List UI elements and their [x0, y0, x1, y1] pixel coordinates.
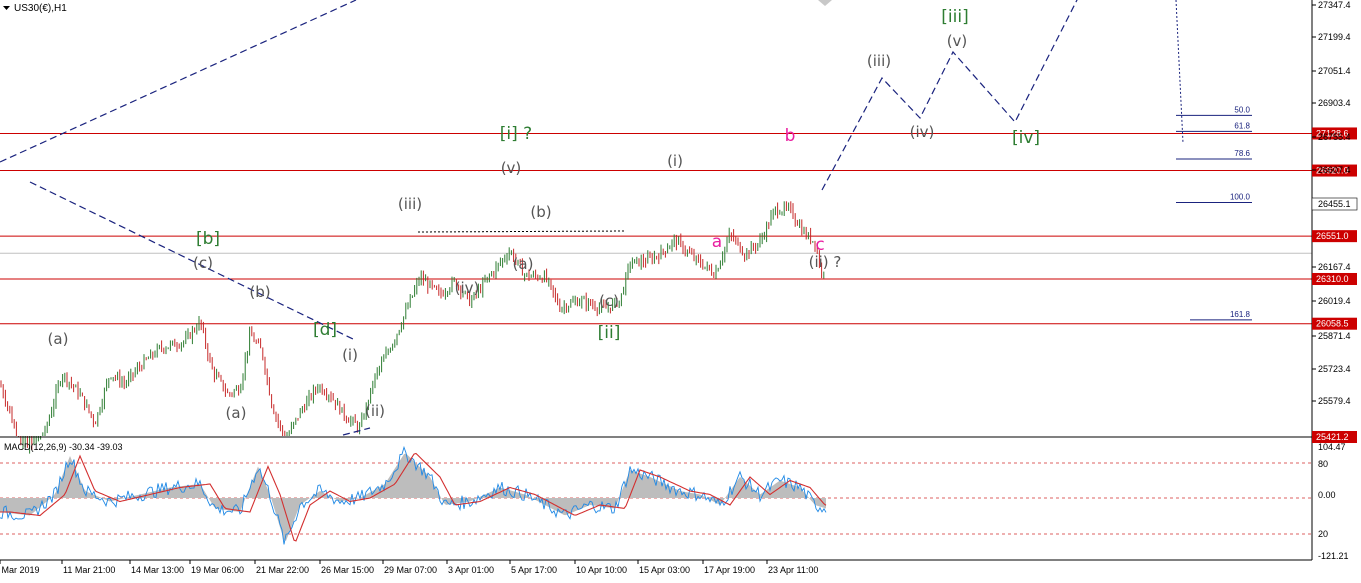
- price-axis-label: 26455.1: [1318, 199, 1351, 209]
- wave-label[interactable]: (c): [193, 254, 213, 272]
- wave-label[interactable]: [iii]: [941, 7, 968, 27]
- wave-label[interactable]: (iv): [455, 279, 480, 297]
- macd-axis-label: -121.21: [1318, 551, 1349, 561]
- price-axis-label: 25871.4: [1318, 331, 1351, 341]
- macd-axis-label: 0.00: [1318, 490, 1336, 500]
- wave-label[interactable]: (b): [249, 283, 270, 301]
- wave-label[interactable]: (iii): [398, 195, 422, 213]
- price-axis-label: 25723.4: [1318, 364, 1351, 374]
- price-axis-label: 26903.4: [1318, 98, 1351, 108]
- level-price-label: 26551.0: [1316, 231, 1349, 241]
- macd-axis-label: 80: [1318, 459, 1328, 469]
- time-axis-label: 7 Mar 2019: [0, 565, 40, 575]
- wave-label[interactable]: (a): [48, 330, 69, 348]
- wave-label[interactable]: [ii]: [598, 323, 621, 343]
- wave-label[interactable]: c: [815, 235, 824, 255]
- time-axis-label: 29 Mar 07:00: [384, 565, 437, 575]
- price-axis-label: 25579.4: [1318, 396, 1351, 406]
- wave-label[interactable]: (a): [226, 404, 247, 422]
- fib-level-label: 61.8: [1234, 121, 1250, 130]
- time-axis-label: 21 Mar 22:00: [256, 565, 309, 575]
- price-chart[interactable]: 50.0 61.8 78.6 100.0 161.8 (a) (a) [b] (c) (b) [d]…: [0, 0, 1361, 583]
- time-axis-label: 26 Mar 15:00: [321, 565, 374, 575]
- price-axis-label: 26167.4: [1318, 262, 1351, 272]
- time-axis-label: 3 Apr 01:00: [448, 565, 494, 575]
- time-axis-label: 14 Mar 13:00: [131, 565, 184, 575]
- wave-label[interactable]: [i] ?: [500, 124, 532, 144]
- price-axis-label: 27347.4: [1318, 0, 1351, 10]
- wave-label[interactable]: (ii): [365, 402, 385, 420]
- time-axis-label: 19 Mar 06:00: [191, 565, 244, 575]
- price-axis-label: 27051.4: [1318, 66, 1351, 76]
- fib-level-label: 78.6: [1234, 149, 1250, 158]
- symbol-label: US30(€),H1: [14, 3, 67, 14]
- wave-label[interactable]: [d]: [313, 320, 337, 340]
- wave-label[interactable]: (b): [530, 203, 551, 221]
- wave-label[interactable]: (c): [599, 292, 619, 310]
- wave-label[interactable]: (iii): [867, 52, 891, 70]
- wave-label[interactable]: b: [785, 126, 796, 146]
- price-axis-label: 26019.4: [1318, 296, 1351, 306]
- time-axis-label: 17 Apr 19:00: [704, 565, 755, 575]
- wave-label[interactable]: (i): [667, 152, 683, 170]
- wave-label[interactable]: [iv]: [1012, 128, 1040, 148]
- wave-label[interactable]: [b]: [196, 229, 220, 249]
- time-axis-label: 5 Apr 17:00: [511, 565, 557, 575]
- price-axis-label: 26755.4: [1318, 132, 1351, 142]
- level-price-label: 25421.2: [1316, 432, 1349, 442]
- fib-level-label: 50.0: [1234, 105, 1250, 114]
- time-axis-label: 10 Apr 10:00: [576, 565, 627, 575]
- wave-label[interactable]: a: [712, 232, 722, 252]
- wave-label[interactable]: (v): [501, 159, 522, 177]
- fib-level-label: 100.0: [1230, 193, 1251, 202]
- wave-label[interactable]: (i): [342, 346, 358, 364]
- level-price-label: 26310.0: [1316, 274, 1349, 284]
- level-price-label: 26058.5: [1316, 319, 1349, 329]
- macd-axis-label: 20: [1318, 529, 1328, 539]
- wave-label[interactable]: (ii) ?: [809, 253, 842, 271]
- time-axis-label: 23 Apr 11:00: [768, 565, 818, 575]
- wave-label[interactable]: (a): [513, 255, 534, 273]
- time-axis-label: 11 Mar 21:00: [63, 565, 115, 575]
- time-axis-label: 15 Apr 03:00: [639, 565, 690, 575]
- macd-axis-label: 104.47: [1318, 442, 1346, 452]
- price-axis-label: 27199.4: [1318, 32, 1351, 42]
- fib-level-label: 161.8: [1230, 310, 1251, 319]
- macd-title: MACD(12,26,9) -30.34 -39.03: [4, 442, 123, 452]
- price-axis-label: 26607.4: [1318, 165, 1351, 175]
- wave-label[interactable]: (iv): [910, 123, 935, 141]
- wave-label[interactable]: (v): [947, 32, 968, 50]
